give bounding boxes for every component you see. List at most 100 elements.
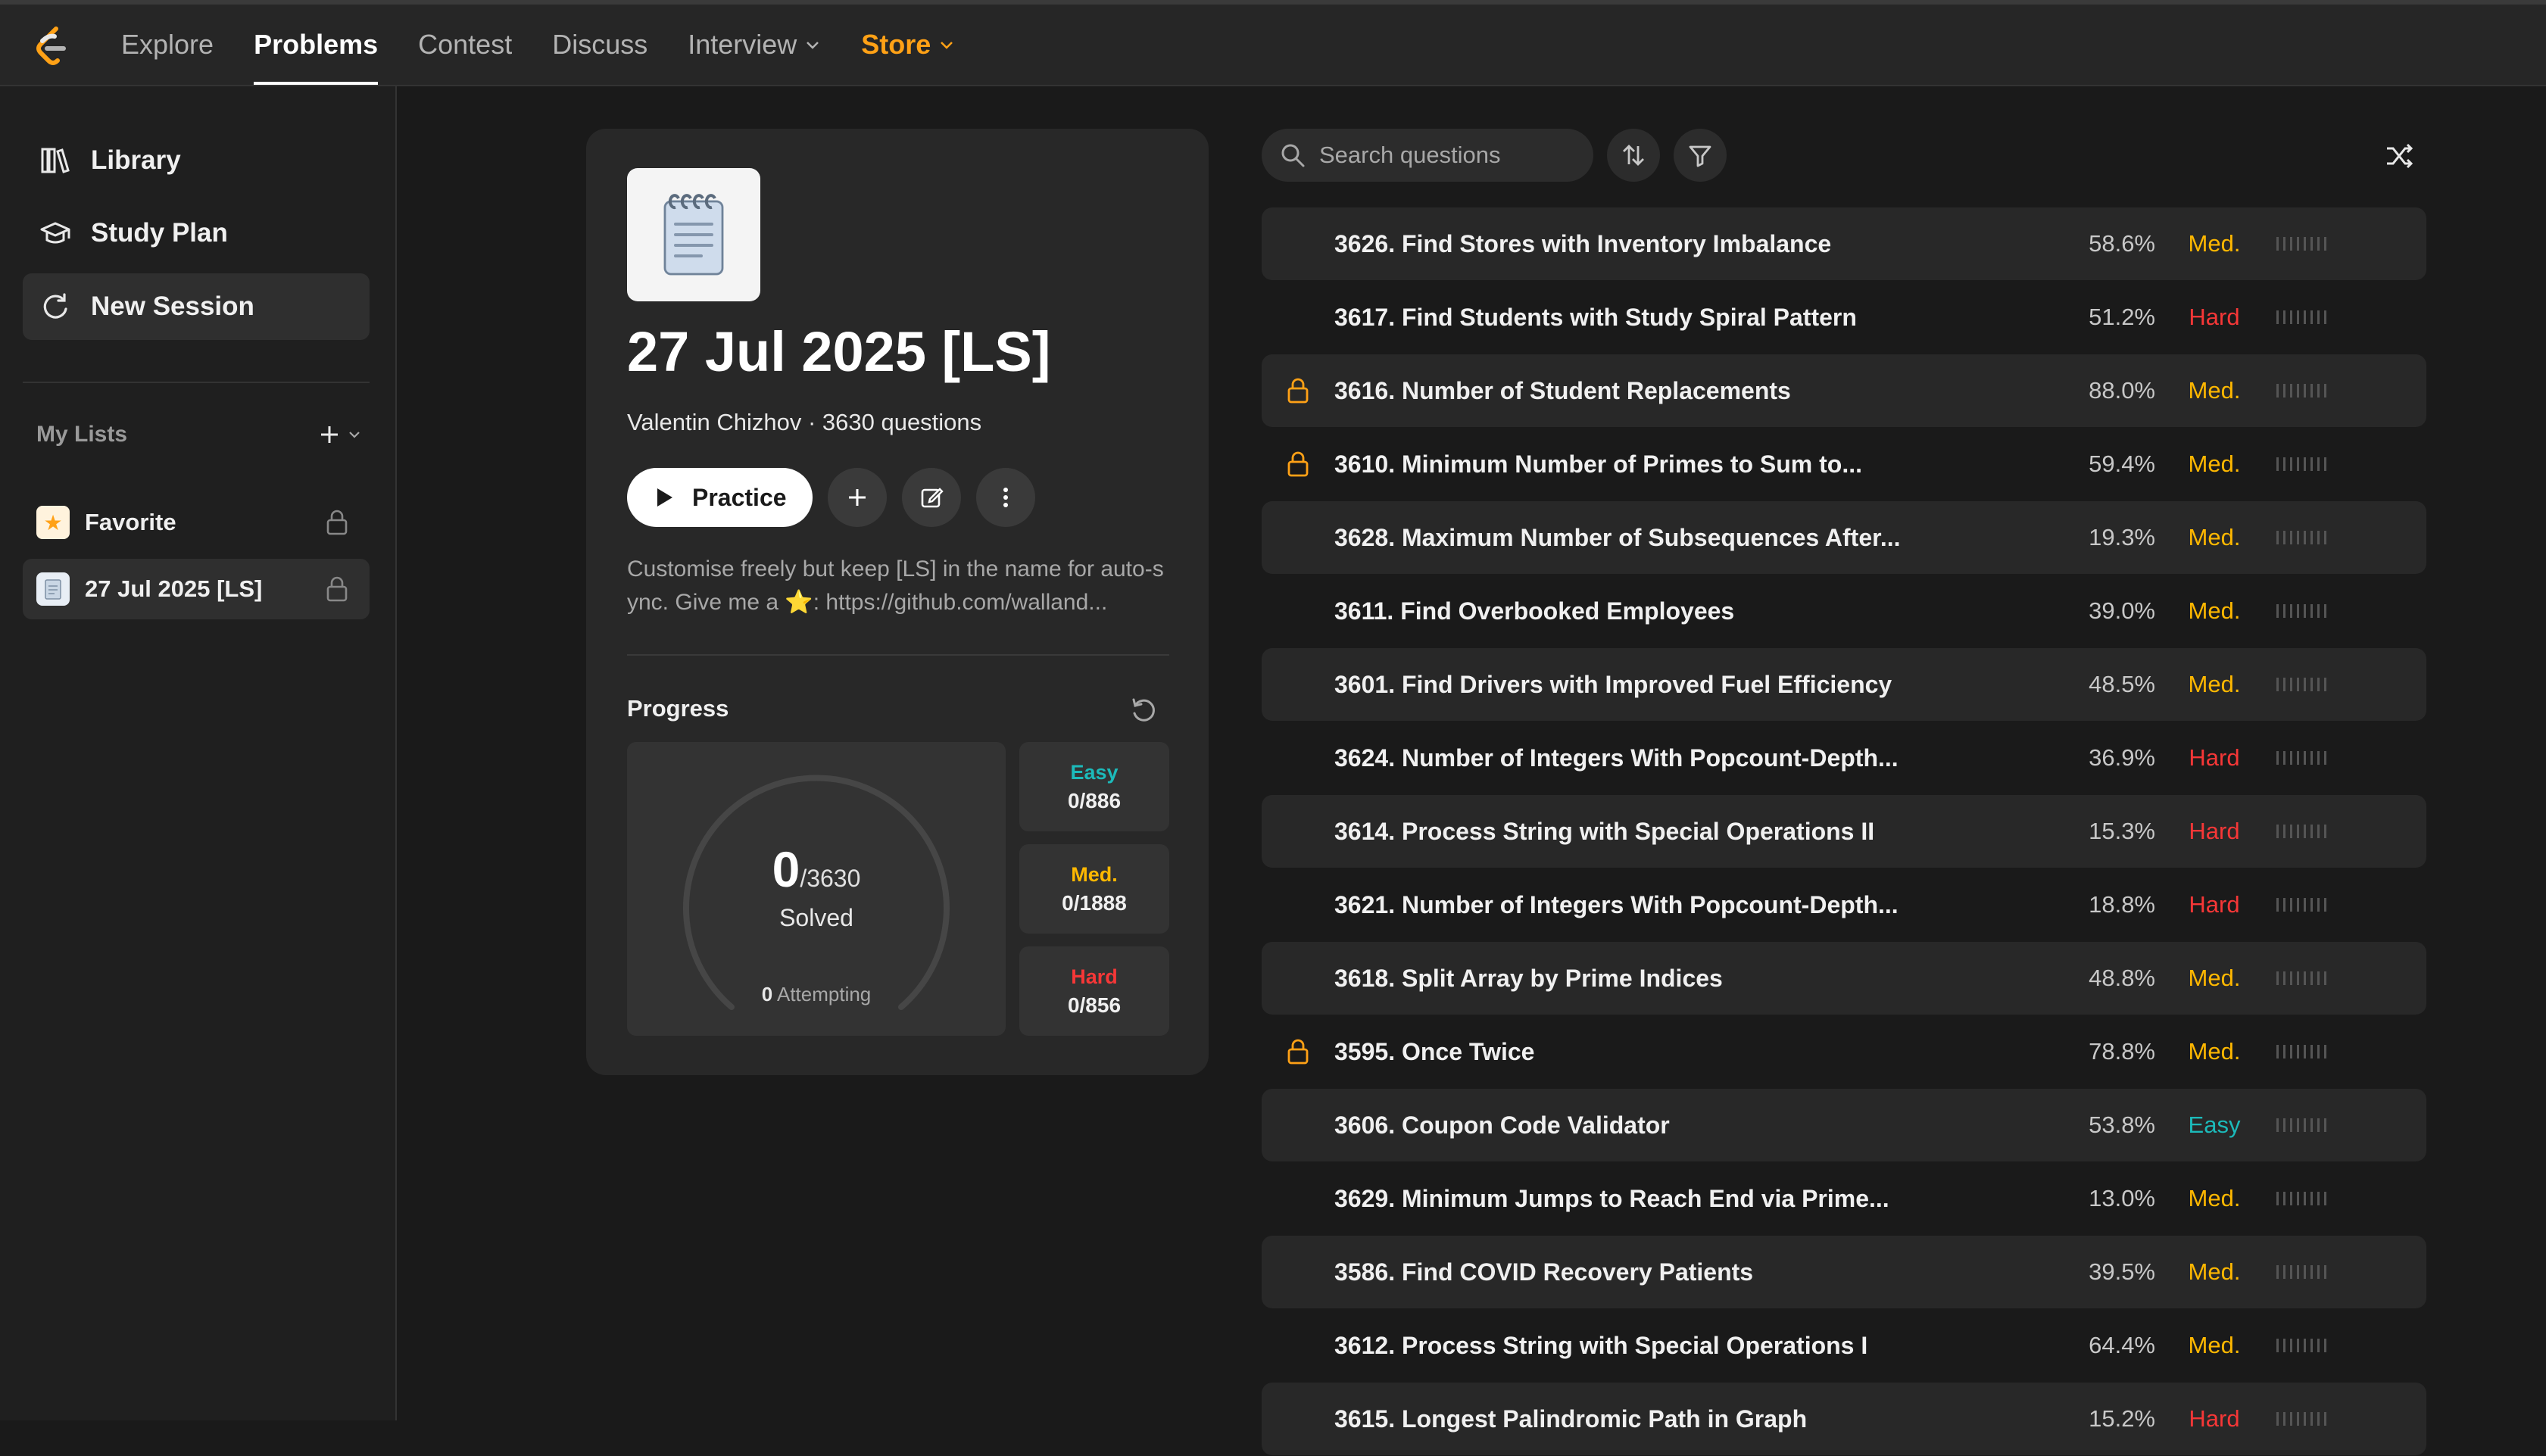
question-title[interactable]: 3586. Find COVID Recovery Patients <box>1334 1258 1753 1286</box>
question-row[interactable]: 3629. Minimum Jumps to Reach End via Pri… <box>1262 1162 2426 1235</box>
acceptance-rate: 78.8% <box>2089 1038 2155 1065</box>
question-row[interactable]: 3618. Split Array by Prime Indices 48.8% M… <box>1262 942 2426 1015</box>
practice-button[interactable]: Practice <box>627 468 813 527</box>
shuffle-icon[interactable] <box>2384 141 2414 171</box>
edit-icon <box>921 488 944 508</box>
nav-interview-label: Interview <box>688 29 797 60</box>
acceptance-rate: 18.8% <box>2089 891 2155 918</box>
frequency-bar-icon <box>2276 604 2331 618</box>
sidebar-item-study-plan[interactable]: Study Plan <box>23 200 370 267</box>
question-title[interactable]: 3628. Maximum Number of Subsequences Aft… <box>1334 524 1900 552</box>
question-row[interactable]: 3595. Once Twice 78.8% Med. <box>1262 1015 2426 1088</box>
search-icon <box>1281 144 1305 167</box>
list-item-favorite[interactable]: ★ Favorite <box>23 492 370 553</box>
reset-icon[interactable] <box>1128 695 1159 725</box>
question-title[interactable]: 3629. Minimum Jumps to Reach End via Pri… <box>1334 1185 1889 1213</box>
edit-button[interactable] <box>901 468 961 527</box>
question-row[interactable]: 3621. Number of Integers With Popcount-D… <box>1262 868 2426 941</box>
acceptance-rate: 19.3% <box>2089 524 2155 550</box>
nav-store[interactable]: Store <box>861 5 955 85</box>
acceptance-rate: 15.2% <box>2089 1405 2155 1432</box>
question-row[interactable]: 3614. Process String with Special Operat… <box>1262 795 2426 868</box>
question-title[interactable]: 3610. Minimum Number of Primes to Sum to… <box>1334 451 1862 479</box>
frequency-bar-icon <box>2276 1045 2331 1058</box>
difficulty-label: Hard <box>2189 1405 2240 1432</box>
difficulty-label: Hard <box>2189 304 2240 330</box>
frequency-bar-icon <box>2276 237 2331 251</box>
nav-problems[interactable]: Problems <box>254 5 379 85</box>
question-title[interactable]: 3617. Find Students with Study Spiral Pa… <box>1334 304 1857 332</box>
chevron-down-icon[interactable] <box>347 427 362 442</box>
question-title[interactable]: 3615. Longest Palindromic Path in Graph <box>1334 1405 1807 1433</box>
question-row[interactable]: 3610. Minimum Number of Primes to Sum to… <box>1262 428 2426 500</box>
question-title[interactable]: 3611. Find Overbooked Employees <box>1334 597 1734 625</box>
difficulty-label: Hard <box>2189 818 2240 844</box>
question-title[interactable]: 3618. Split Array by Prime Indices <box>1334 965 1723 993</box>
question-title[interactable]: 3601. Find Drivers with Improved Fuel Ef… <box>1334 671 1892 699</box>
acceptance-rate: 36.9% <box>2089 744 2155 771</box>
question-title[interactable]: 3616. Number of Student Replacements <box>1334 377 1791 405</box>
question-row[interactable]: 3612. Process String with Special Operat… <box>1262 1309 2426 1382</box>
question-title[interactable]: 3612. Process String with Special Operat… <box>1334 1332 1867 1360</box>
acceptance-rate: 59.4% <box>2089 451 2155 477</box>
question-row[interactable]: 3586. Find COVID Recovery Patients 39.5% M… <box>1262 1236 2426 1308</box>
frequency-bar-icon <box>2276 971 2331 985</box>
list-item-27-jul-2025[interactable]: 27 Jul 2025 [LS] <box>23 559 370 619</box>
leetcode-logo-icon[interactable] <box>33 26 73 68</box>
list-actions: Practice <box>627 468 1035 527</box>
plus-icon[interactable] <box>318 423 341 446</box>
list-description: Customise freely but keep [LS] in the na… <box>627 557 1164 615</box>
sidebar-item-new-session[interactable]: New Session <box>23 273 370 340</box>
nav-interview[interactable]: Interview <box>688 5 821 85</box>
question-row[interactable]: 3626. Find Stores with Inventory Imbalan… <box>1262 207 2426 280</box>
difficulty-value: 0/856 <box>1067 993 1122 1017</box>
filter-button[interactable] <box>1674 129 1727 182</box>
star-icon: ★ <box>36 506 70 539</box>
question-title[interactable]: 3624. Number of Integers With Popcount-D… <box>1334 744 1899 772</box>
frequency-bar-icon <box>2276 531 2331 544</box>
question-row[interactable]: 3617. Find Students with Study Spiral Pa… <box>1262 281 2426 354</box>
nav-contest[interactable]: Contest <box>418 5 512 85</box>
question-title[interactable]: 3606. Coupon Code Validator <box>1334 1111 1670 1140</box>
frequency-bar-icon <box>2276 678 2331 691</box>
question-title[interactable]: 3626. Find Stores with Inventory Imbalan… <box>1334 230 1831 258</box>
premium-lock-icon <box>1286 1038 1310 1065</box>
progress-ring-panel: 0/3630 Solved 0 Attempting <box>627 742 1006 1036</box>
question-row[interactable]: 3606. Coupon Code Validator 53.8% Easy <box>1262 1089 2426 1161</box>
acceptance-rate: 13.0% <box>2089 1185 2155 1211</box>
list-subtitle: Valentin Chizhov · 3630 questions <box>627 409 982 435</box>
question-row[interactable]: 3611. Find Overbooked Employees 39.0% Med. <box>1262 575 2426 647</box>
attempting-label: Attempting <box>776 983 872 1005</box>
question-row[interactable]: 3628. Maximum Number of Subsequences Aft… <box>1262 501 2426 574</box>
acceptance-rate: 48.8% <box>2089 965 2155 991</box>
question-row[interactable]: 3601. Find Drivers with Improved Fuel Ef… <box>1262 648 2426 721</box>
sidebar-divider <box>23 382 370 383</box>
sidebar-item-label: New Session <box>91 292 254 321</box>
sidebar: Library Study Plan New Session My Lists … <box>0 86 397 1420</box>
list-item-label: 27 Jul 2025 [LS] <box>85 575 263 602</box>
my-lists-label: My Lists <box>36 422 128 447</box>
difficulty-label: Med. <box>2188 524 2241 550</box>
frequency-bar-icon <box>2276 1192 2331 1205</box>
add-button[interactable] <box>827 468 887 527</box>
question-title[interactable]: 3595. Once Twice <box>1334 1038 1534 1066</box>
question-title[interactable]: 3621. Number of Integers With Popcount-D… <box>1334 891 1899 919</box>
frequency-bar-icon <box>2276 1265 2331 1279</box>
sidebar-item-library[interactable]: Library <box>23 127 370 194</box>
question-row[interactable]: 3615. Longest Palindromic Path in Graph 1… <box>1262 1383 2426 1455</box>
acceptance-rate: 88.0% <box>2089 377 2155 404</box>
question-row[interactable]: 3624. Number of Integers With Popcount-D… <box>1262 722 2426 794</box>
sort-button[interactable] <box>1607 129 1660 182</box>
premium-lock-icon <box>1286 451 1310 478</box>
search-input[interactable]: Search questions <box>1262 129 1593 182</box>
difficulty-label: Med. <box>2188 1332 2241 1358</box>
practice-label: Practice <box>692 483 787 511</box>
more-options-button[interactable] <box>975 468 1035 527</box>
nav-store-label: Store <box>861 29 931 60</box>
nav-explore[interactable]: Explore <box>121 5 214 85</box>
notepad-icon <box>627 168 760 301</box>
difficulty-name: Easy <box>1070 760 1119 784</box>
question-title[interactable]: 3614. Process String with Special Operat… <box>1334 818 1874 846</box>
question-row[interactable]: 3616. Number of Student Replacements 88.0… <box>1262 354 2426 427</box>
nav-discuss[interactable]: Discuss <box>552 5 647 85</box>
